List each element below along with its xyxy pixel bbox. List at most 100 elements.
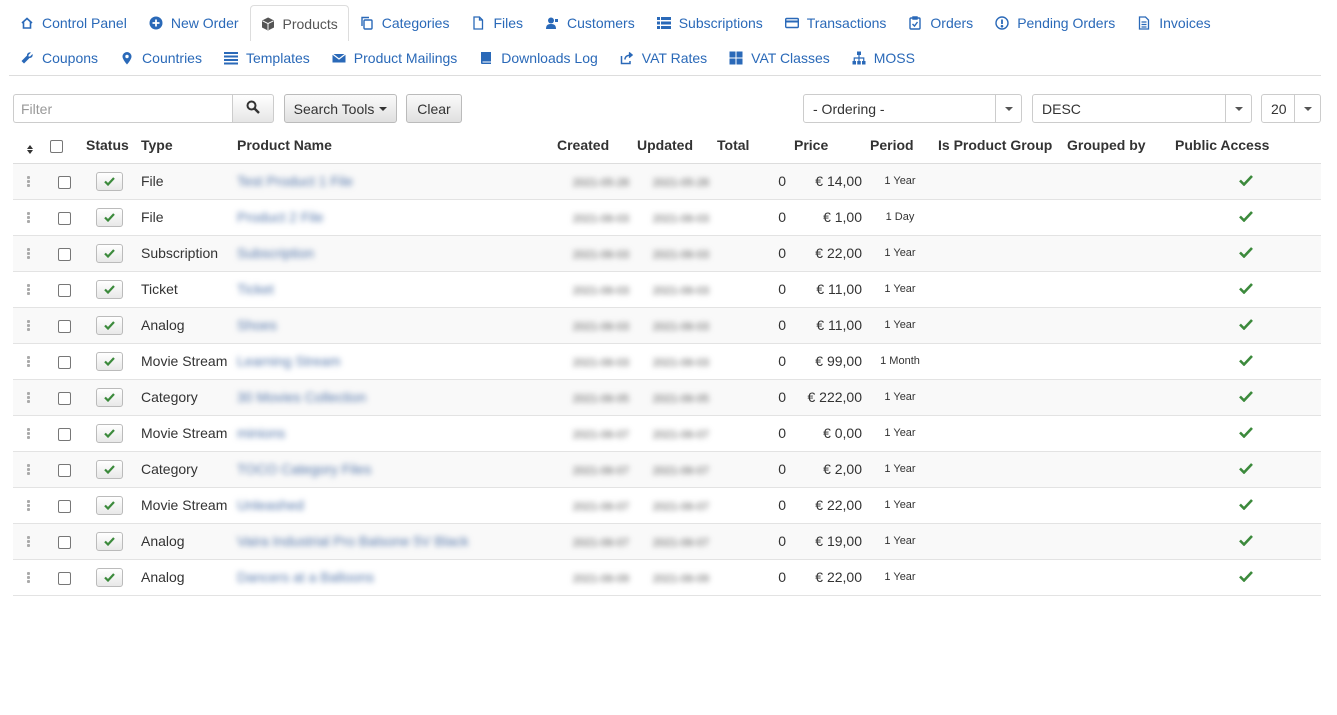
status-toggle-button[interactable]	[96, 423, 123, 443]
grouped-by-header[interactable]: Grouped by	[1063, 127, 1171, 164]
drag-handle[interactable]	[13, 487, 46, 524]
chevron-down-icon	[995, 95, 1021, 122]
status-toggle-button[interactable]	[96, 495, 123, 515]
status-toggle-button[interactable]	[96, 459, 123, 479]
product-name-link[interactable]: TOCO Category Files	[237, 461, 371, 477]
row-checkbox[interactable]	[57, 499, 71, 513]
tab-moss[interactable]: MOSS	[841, 40, 926, 75]
tab-subscriptions[interactable]: Subscriptions	[646, 5, 774, 40]
tab-coupons[interactable]: Coupons	[9, 40, 109, 75]
product-name-header[interactable]: Product Name	[233, 127, 553, 164]
updated-date: 2021-06-07	[652, 501, 709, 513]
status-toggle-button[interactable]	[96, 351, 123, 371]
select-all-checkbox[interactable]	[50, 139, 63, 153]
row-checkbox[interactable]	[57, 319, 71, 333]
clear-button[interactable]: Clear	[406, 94, 462, 123]
direction-select[interactable]: DESC	[1032, 94, 1252, 123]
tab-control-panel[interactable]: Control Panel	[9, 5, 138, 40]
tab-transactions[interactable]: Transactions	[774, 5, 898, 40]
period-header[interactable]: Period	[866, 127, 934, 164]
row-checkbox[interactable]	[57, 247, 71, 261]
product-name-link[interactable]: Dancers at a Balloons	[237, 569, 374, 585]
table-row: File Test Product 1 File 2021-05-28 2021-05…	[13, 163, 1321, 200]
period-cell: 1 Month	[866, 343, 934, 380]
tab-invoices[interactable]: Invoices	[1126, 5, 1221, 40]
tab-downloads-log[interactable]: Downloads Log	[468, 40, 609, 75]
filter-input[interactable]	[13, 94, 233, 123]
type-header[interactable]: Type	[137, 127, 233, 164]
drag-handle[interactable]	[13, 451, 46, 488]
status-toggle-button[interactable]	[96, 171, 123, 191]
updated-header[interactable]: Updated	[633, 127, 713, 164]
tab-categories[interactable]: Categories	[349, 5, 461, 40]
row-checkbox[interactable]	[57, 283, 71, 297]
product-name-link[interactable]: Vaira Industrial Pro Balsone 5V Black	[237, 533, 469, 549]
total-header[interactable]: Total	[713, 127, 790, 164]
row-checkbox[interactable]	[57, 571, 71, 585]
search-button[interactable]	[232, 94, 274, 123]
limit-select[interactable]: 20	[1261, 94, 1321, 123]
drag-handle[interactable]	[13, 379, 46, 416]
is-product-group-cell	[934, 271, 1063, 308]
status-toggle-button[interactable]	[96, 279, 123, 299]
is-product-group-cell	[934, 343, 1063, 380]
drag-handle[interactable]	[13, 199, 46, 236]
row-checkbox[interactable]	[57, 211, 71, 225]
drag-handle[interactable]	[13, 271, 46, 308]
drag-handle[interactable]	[13, 235, 46, 272]
product-name-link[interactable]: Product 2 File	[237, 209, 323, 225]
product-name-link[interactable]: Unleashed	[237, 497, 304, 513]
created-header[interactable]: Created	[553, 127, 633, 164]
tab-countries[interactable]: Countries	[109, 40, 213, 75]
product-name-link[interactable]: Subscription	[237, 245, 314, 261]
status-toggle-button[interactable]	[96, 243, 123, 263]
product-name-link[interactable]: Learning Stream	[237, 353, 341, 369]
drag-handle[interactable]	[13, 415, 46, 452]
product-name-link[interactable]: Shoes	[237, 317, 277, 333]
row-checkbox[interactable]	[57, 391, 71, 405]
price-header[interactable]: Price	[790, 127, 866, 164]
status-toggle-button[interactable]	[96, 315, 123, 335]
status-cell	[82, 487, 137, 524]
tab-orders[interactable]: Orders	[897, 5, 984, 40]
tab-vat-classes[interactable]: VAT Classes	[718, 40, 841, 75]
row-checkbox[interactable]	[57, 535, 71, 549]
drag-handle[interactable]	[13, 163, 46, 200]
ordering-header[interactable]	[13, 127, 46, 164]
status-toggle-button[interactable]	[96, 207, 123, 227]
product-name-link[interactable]: Test Product 1 File	[237, 173, 353, 189]
tab-pending-orders[interactable]: Pending Orders	[984, 5, 1126, 40]
created-date: 2021-06-07	[572, 429, 629, 441]
search-tools-button[interactable]: Search Tools	[284, 94, 397, 123]
status-toggle-button[interactable]	[96, 387, 123, 407]
is-product-group-cell	[934, 379, 1063, 416]
row-checkbox[interactable]	[57, 175, 71, 189]
product-name-link[interactable]: Ticket	[237, 281, 274, 297]
product-name-link[interactable]: minions	[237, 425, 285, 441]
ordering-select[interactable]: - Ordering -	[803, 94, 1022, 123]
is-product-group-cell	[934, 523, 1063, 560]
drag-handle[interactable]	[13, 307, 46, 344]
drag-handle[interactable]	[13, 343, 46, 380]
type-cell: Category	[137, 379, 233, 416]
status-toggle-button[interactable]	[96, 531, 123, 551]
row-checkbox[interactable]	[57, 427, 71, 441]
row-checkbox[interactable]	[57, 355, 71, 369]
tab-files[interactable]: Files	[460, 5, 534, 40]
drag-handle[interactable]	[13, 523, 46, 560]
grouped-by-cell	[1063, 487, 1171, 524]
is-product-group-header[interactable]: Is Product Group	[934, 127, 1063, 164]
tab-templates[interactable]: Templates	[213, 40, 321, 75]
tab-customers[interactable]: Customers	[534, 5, 646, 40]
public-access-header[interactable]: Public Access	[1171, 127, 1321, 164]
status-cell	[82, 343, 137, 380]
row-checkbox[interactable]	[57, 463, 71, 477]
status-toggle-button[interactable]	[96, 567, 123, 587]
tab-vat-rates[interactable]: VAT Rates	[609, 40, 718, 75]
product-name-link[interactable]: 30 Movies Collection	[237, 389, 366, 405]
drag-handle[interactable]	[13, 559, 46, 596]
tab-new-order[interactable]: New Order	[138, 5, 250, 40]
tab-product-mailings[interactable]: Product Mailings	[321, 40, 469, 75]
status-header[interactable]: Status	[82, 127, 137, 164]
tab-products[interactable]: Products	[249, 5, 349, 41]
